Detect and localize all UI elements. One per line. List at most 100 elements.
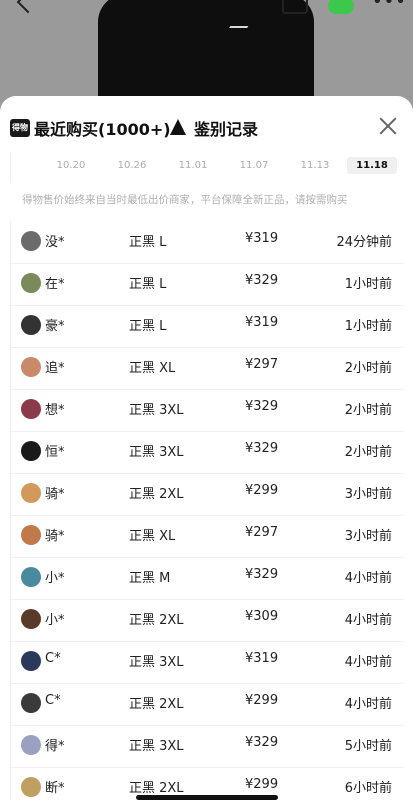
purchase-time: 4小时前 (344, 571, 392, 586)
jacket-image (98, 0, 314, 110)
chart-date-tick: 11.13 (300, 160, 330, 171)
purchase-time: 5小时前 (344, 739, 392, 754)
purchase-price: ¥299 (245, 777, 279, 792)
buyer-name: 在* (45, 277, 65, 292)
avatar (21, 777, 41, 797)
buyer-name: 想* (45, 403, 65, 418)
chart-date-tick: 10.20 (56, 160, 86, 171)
size-spec: 正黑 L (129, 277, 167, 292)
size-spec: 正黑 M (129, 571, 171, 586)
purchase-price: ¥319 (245, 651, 279, 666)
recent-purchases-sheet: 得物 最近购买(1000+) 鉴别记录 10.20 10.26 11.01 11.07… (0, 96, 413, 800)
purchase-price: ¥329 (245, 273, 279, 288)
buyer-name: 恒* (45, 445, 65, 460)
tab-recent-label: 最近购买(1000+) (34, 120, 171, 139)
size-spec: 正黑 2XL (129, 697, 184, 712)
purchase-time: 4小时前 (344, 655, 392, 670)
price-trend-chart: 10.20 10.26 11.01 11.07 11.13 11.18 (10, 152, 404, 182)
buyer-name: C* (45, 693, 61, 708)
flask-icon (170, 119, 186, 135)
buyer-name: 追* (45, 361, 65, 376)
sheet-tabs: 得物 最近购买(1000+) 鉴别记录 (0, 96, 413, 156)
chart-date-tick: 10.26 (117, 160, 147, 171)
chart-date-tick: 11.18 (347, 157, 397, 174)
buyer-name: 骑* (45, 487, 65, 502)
purchase-time: 4小时前 (344, 697, 392, 712)
purchase-price: ¥299 (245, 483, 279, 498)
purchase-row: 没* 正黑 L ¥319 24分钟前 (11, 221, 404, 264)
avatar (21, 399, 41, 419)
product-photo: ••• (0, 0, 413, 110)
size-spec: 正黑 2XL (129, 613, 184, 628)
back-icon[interactable] (16, 0, 40, 14)
purchase-price: ¥329 (245, 567, 279, 582)
size-spec: 正黑 2XL (129, 781, 184, 796)
purchase-time: 6小时前 (344, 781, 392, 796)
buyer-name: 小* (45, 613, 65, 628)
purchase-row: 追* 正黑 XL ¥297 2小时前 (11, 347, 404, 390)
avatar (21, 609, 41, 629)
chart-date-tick: 11.07 (239, 160, 269, 171)
purchase-time: 2小时前 (344, 361, 392, 376)
purchase-price: ¥329 (245, 399, 279, 414)
avatar (21, 525, 41, 545)
purchase-price: ¥319 (245, 231, 279, 246)
buyer-name: 骑* (45, 529, 65, 544)
purchase-price: ¥319 (245, 315, 279, 330)
close-icon[interactable] (378, 116, 398, 136)
brand-logo-icon (225, 26, 249, 34)
avatar (21, 651, 41, 671)
tab-recent-purchases[interactable]: 得物 最近购买(1000+) (10, 116, 171, 140)
purchase-row: C* 正黑 2XL ¥299 4小时前 (11, 683, 404, 726)
purchase-price: ¥297 (245, 525, 279, 540)
purchase-row: 在* 正黑 L ¥329 1小时前 (11, 263, 404, 306)
size-spec: 正黑 3XL (129, 403, 184, 418)
purchase-row: 小* 正黑 2XL ¥309 4小时前 (11, 599, 404, 642)
size-spec: 正黑 XL (129, 529, 176, 544)
avatar (21, 483, 41, 503)
purchase-time: 3小时前 (344, 529, 392, 544)
purchase-price: ¥329 (245, 735, 279, 750)
buyer-name: C* (45, 651, 61, 666)
avatar (21, 315, 41, 335)
purchase-price: ¥329 (245, 441, 279, 456)
purchase-row: 得* 正黑 3XL ¥329 5小时前 (11, 725, 404, 768)
avatar (21, 231, 41, 251)
purchase-time: 4小时前 (344, 613, 392, 628)
dewu-logo-icon: 得物 (10, 119, 30, 137)
home-indicator (136, 795, 278, 800)
purchase-price: ¥297 (245, 357, 279, 372)
purchase-time: 2小时前 (344, 403, 392, 418)
purchase-time: 2小时前 (344, 445, 392, 460)
avatar (21, 735, 41, 755)
more-icon[interactable]: ••• (372, 0, 406, 11)
buyer-name: 得* (45, 739, 65, 754)
avatar (21, 693, 41, 713)
price-notice: 得物售价始终来自当时最低出价商家，平台保障全新正品，请按需购买 (22, 194, 348, 206)
size-spec: 正黑 3XL (129, 655, 184, 670)
purchase-price: ¥299 (245, 693, 279, 708)
avatar (21, 273, 41, 293)
avatar (21, 441, 41, 461)
purchase-time: 1小时前 (344, 277, 392, 292)
size-spec: 正黑 XL (129, 361, 176, 376)
size-spec: 正黑 3XL (129, 739, 184, 754)
purchase-row: 小* 正黑 M ¥329 4小时前 (11, 557, 404, 600)
purchase-row: 恒* 正黑 3XL ¥329 2小时前 (11, 431, 404, 474)
avatar (21, 357, 41, 377)
app-root: ••• 得物 最近购买(1000+) 鉴别记录 10.20 10.26 11.01 1… (0, 0, 413, 800)
share-icon[interactable] (282, 0, 308, 14)
purchase-list: 没* 正黑 L ¥319 24分钟前 在* 正黑 L ¥329 1小时前 豪* 正黑 L ¥319 1… (10, 221, 404, 800)
wechat-icon[interactable] (328, 0, 354, 14)
purchase-time: 3小时前 (344, 487, 392, 502)
buyer-name: 豪* (45, 319, 65, 334)
buyer-name: 小* (45, 571, 65, 586)
avatar (21, 567, 41, 587)
purchase-row: 骑* 正黑 XL ¥297 3小时前 (11, 515, 404, 558)
purchase-time: 1小时前 (344, 319, 392, 334)
purchase-row: 骑* 正黑 2XL ¥299 3小时前 (11, 473, 404, 516)
purchase-row: 想* 正黑 3XL ¥329 2小时前 (11, 389, 404, 432)
chart-date-tick: 11.01 (178, 160, 208, 171)
tab-authentication-records[interactable]: 鉴别记录 (170, 116, 258, 140)
size-spec: 正黑 L (129, 319, 167, 334)
